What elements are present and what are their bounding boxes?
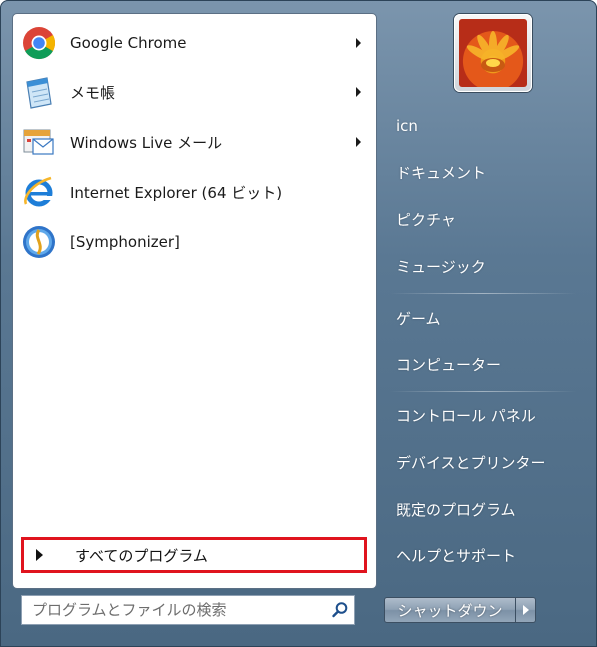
devices-printers-link[interactable]: デバイスとプリンター [396,452,546,473]
search-box[interactable] [21,595,355,625]
all-programs-label: すべてのプログラム [75,546,208,565]
submenu-arrow-icon [356,38,361,48]
internet-explorer-icon [21,174,57,210]
separator [390,293,576,294]
computer-link[interactable]: コンピューター [396,354,501,375]
shutdown-button[interactable]: シャットダウン [384,597,516,623]
program-item-notepad[interactable]: メモ帳 [21,72,367,112]
notepad-icon [21,74,57,110]
program-item-chrome[interactable]: Google Chrome [21,23,367,63]
default-programs-link[interactable]: 既定のプログラム [396,499,516,520]
program-label: メモ帳 [70,83,116,102]
program-item-internet-explorer[interactable]: Internet Explorer (64 ビット) [21,172,367,212]
help-support-link[interactable]: ヘルプとサポート [396,545,516,566]
windows-live-mail-icon [21,124,57,160]
programs-pane: Google Chrome メモ帳 Windows Live メール Inter… [12,13,377,589]
triangle-right-icon [36,549,43,561]
user-name-link[interactable]: icn [396,117,418,135]
triangle-right-icon [522,605,529,615]
all-programs-button[interactable]: すべてのプログラム [21,537,367,573]
music-link[interactable]: ミュージック [396,256,486,277]
separator [390,391,576,392]
program-item-windows-live-mail[interactable]: Windows Live メール [21,122,367,162]
program-label: [Symphonizer] [70,233,180,251]
games-link[interactable]: ゲーム [396,308,441,329]
control-panel-link[interactable]: コントロール パネル [396,405,536,426]
start-menu: Google Chrome メモ帳 Windows Live メール Inter… [0,0,597,647]
program-label: Windows Live メール [70,133,223,152]
program-label: Internet Explorer (64 ビット) [70,183,283,202]
program-item-symphonizer[interactable]: [Symphonizer] [21,222,367,262]
pictures-link[interactable]: ピクチャ [396,209,456,230]
program-label: Google Chrome [70,34,187,52]
symphonizer-icon [21,224,57,260]
chrome-icon [21,25,57,61]
submenu-arrow-icon [356,137,361,147]
search-input[interactable] [22,596,326,624]
documents-link[interactable]: ドキュメント [396,162,486,183]
shutdown-options-button[interactable] [516,597,536,623]
search-icon[interactable] [326,596,354,624]
submenu-arrow-icon [356,87,361,97]
flower-avatar-icon [459,19,527,87]
user-avatar[interactable] [454,14,532,92]
